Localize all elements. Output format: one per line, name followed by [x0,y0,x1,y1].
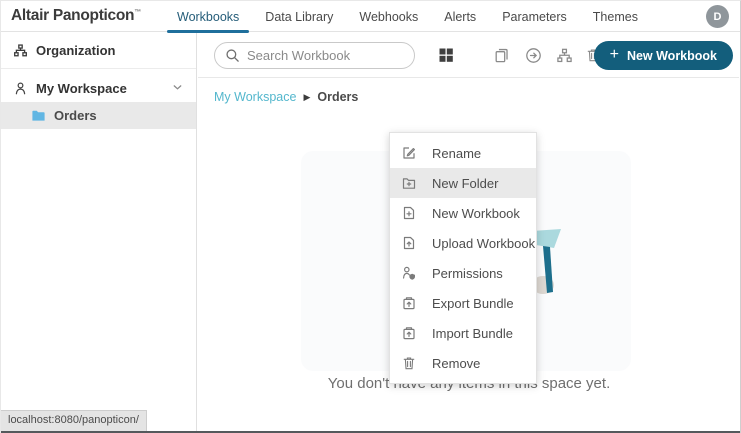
menu-item-label: Rename [432,146,481,161]
upload-workbook-icon [401,235,417,251]
nav-tabs: Workbooks Data Library Webhooks Alerts P… [167,1,654,32]
menu-item-label: Permissions [432,266,503,281]
person-icon [13,81,28,96]
tab-webhooks[interactable]: Webhooks [349,1,428,32]
rename-icon [401,145,417,161]
menu-item-new-workbook[interactable]: New Workbook [390,198,536,228]
remove-icon [401,355,417,371]
open-icon[interactable] [525,47,542,64]
menu-item-label: New Workbook [432,206,520,221]
menu-item-rename[interactable]: Rename [390,138,536,168]
menu-item-import-bundle[interactable]: Import Bundle [390,318,536,348]
menu-item-label: Export Bundle [432,296,514,311]
sidebar-workspace-label: My Workspace [36,81,127,96]
sidebar-item-orders[interactable]: Orders [1,102,196,129]
tab-themes[interactable]: Themes [583,1,648,32]
new-workbook-button-label: New Workbook [627,49,717,63]
tab-alerts[interactable]: Alerts [434,1,486,32]
breadcrumb-my-workspace[interactable]: My Workspace [214,90,296,104]
app-logo: Altair Panopticon™ [11,7,141,25]
search-box[interactable] [214,42,415,69]
menu-item-upload-workbook[interactable]: Upload Workbook [390,228,536,258]
breadcrumb: My Workspace ▶ Orders [214,90,358,104]
menu-item-new-folder[interactable]: New Folder [390,168,536,198]
organization-tree-icon [13,43,28,58]
breadcrumb-separator-icon: ▶ [303,92,310,103]
export-bundle-icon [401,295,417,311]
menu-item-label: Import Bundle [432,326,513,341]
menu-item-label: New Folder [432,176,498,191]
top-navbar: Altair Panopticon™ Workbooks Data Librar… [1,1,740,32]
workbooks-toolbar: + New Workbook [198,33,739,78]
import-bundle-icon [401,325,417,341]
new-folder-icon [401,175,417,191]
breadcrumb-orders: Orders [317,90,358,104]
sidebar: Organization My Workspace Orders [1,33,197,431]
grid-view-icon[interactable] [438,47,454,63]
menu-item-export-bundle[interactable]: Export Bundle [390,288,536,318]
sitemap-icon[interactable] [556,47,573,64]
menu-item-permissions[interactable]: Permissions [390,258,536,288]
context-menu: Rename New Folder New Workbook Upload Wo… [389,132,537,384]
search-icon [225,48,240,63]
copy-icon[interactable] [493,47,510,64]
folder-icon [31,108,46,123]
search-input[interactable] [247,48,397,63]
status-url-tooltip: localhost:8080/panopticon/ [1,410,147,431]
empty-state-illustration [526,221,621,326]
tab-workbooks[interactable]: Workbooks [167,1,249,32]
tab-parameters[interactable]: Parameters [492,1,577,32]
sidebar-organization-label: Organization [36,43,115,58]
new-workbook-icon [401,205,417,221]
sidebar-orders-label: Orders [54,108,97,123]
trademark-symbol: ™ [134,9,141,16]
menu-item-label: Remove [432,356,480,371]
sidebar-item-organization[interactable]: Organization [1,33,196,69]
chevron-down-icon[interactable] [171,81,184,94]
sidebar-item-my-workspace[interactable]: My Workspace [1,74,196,102]
tab-data-library[interactable]: Data Library [255,1,343,32]
plus-icon: + [610,46,619,64]
user-avatar[interactable]: D [706,5,729,28]
menu-item-remove[interactable]: Remove [390,348,536,378]
menu-item-label: Upload Workbook [432,236,535,251]
permissions-icon [401,265,417,281]
new-workbook-button[interactable]: + New Workbook [594,41,733,70]
